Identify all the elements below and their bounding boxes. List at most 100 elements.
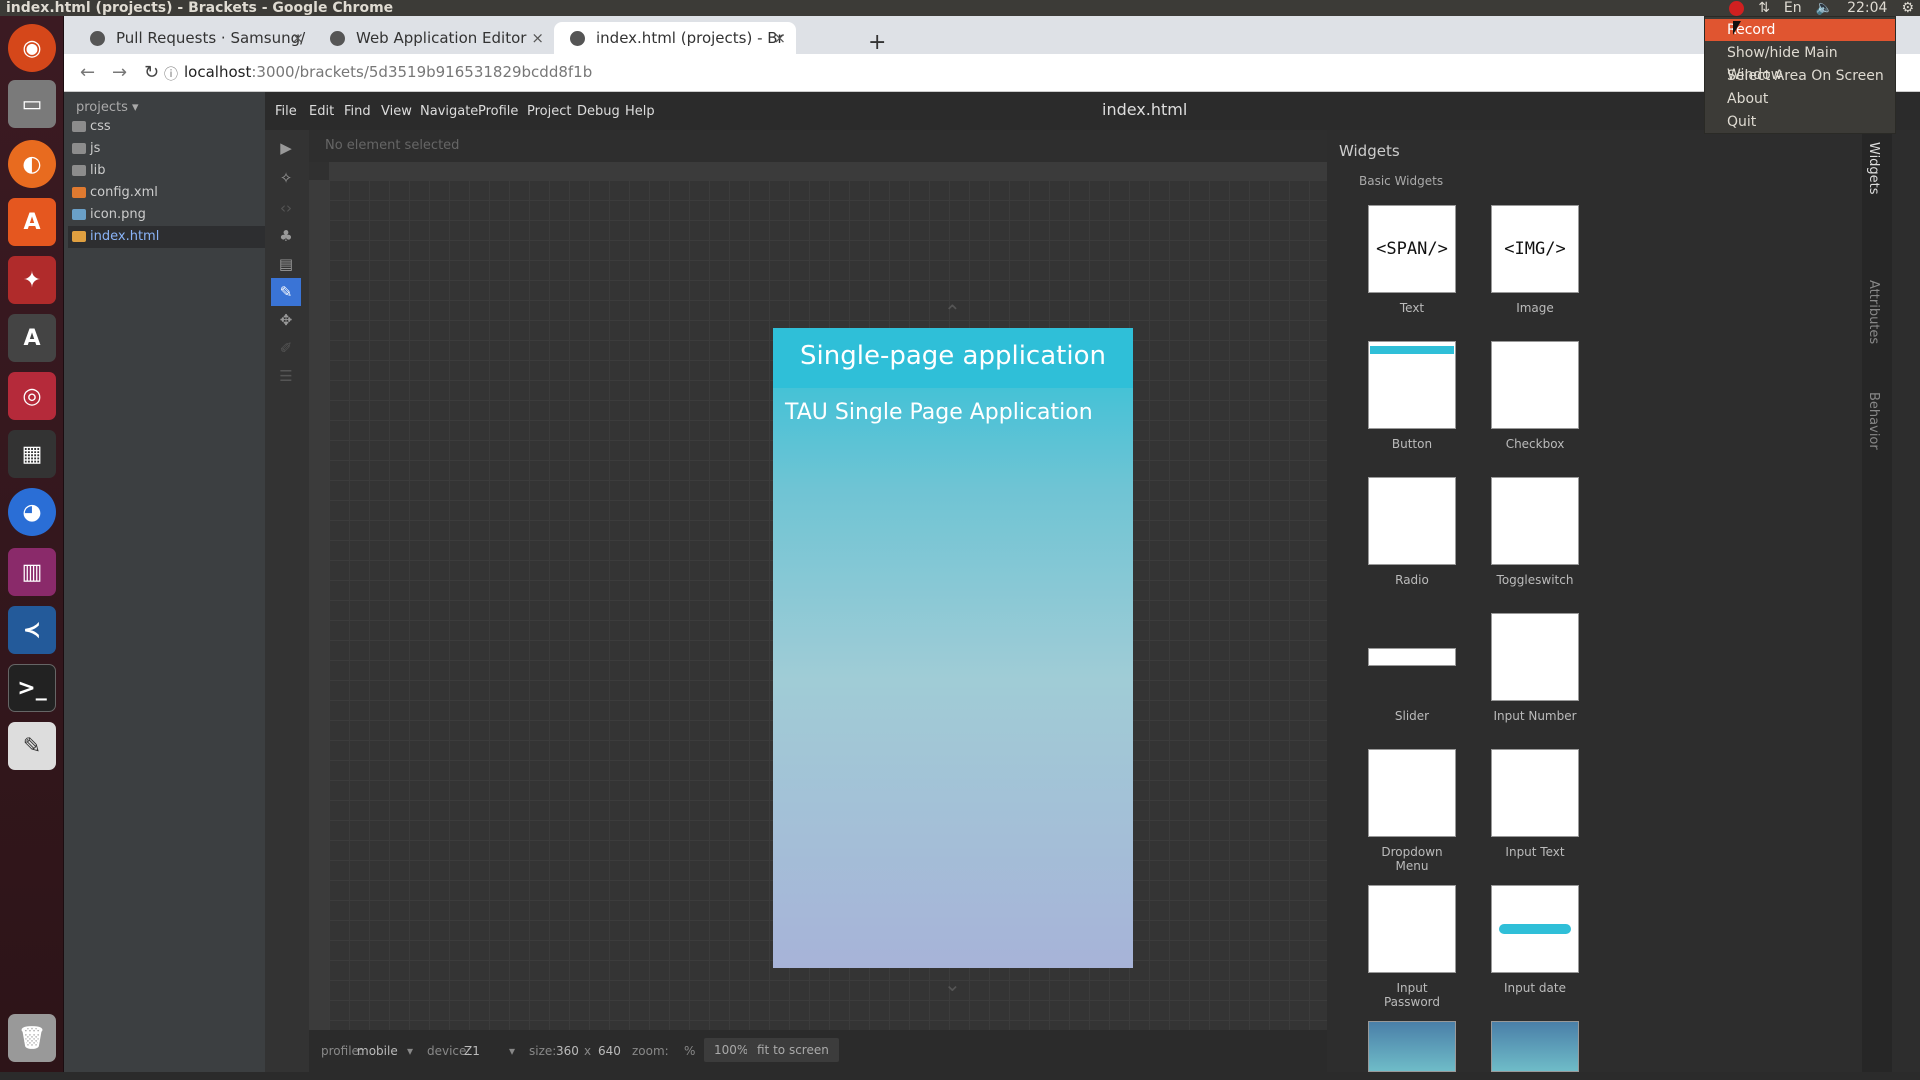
menu-select-area[interactable]: Select Area On Screen — [1705, 65, 1895, 87]
tab-web-app-editor[interactable]: Web Application Editor × — [314, 22, 554, 54]
tree-item-index-html[interactable]: index.html — [68, 226, 265, 248]
widget-input-date[interactable]: Input date — [1490, 885, 1580, 995]
menu-debug[interactable]: Debug — [577, 104, 620, 119]
new-tab-button[interactable]: + — [868, 30, 886, 55]
video-editor-icon[interactable]: ▦ — [8, 430, 56, 478]
forward-arrow-icon[interactable]: → — [112, 62, 127, 83]
device-chevron-icon[interactable]: ▾ — [509, 1044, 515, 1058]
address-bar[interactable]: localhost:3000/brackets/5d3519b916531829… — [184, 63, 592, 81]
tab-label: Pull Requests · Samsung/ — [116, 29, 306, 47]
menu-quit[interactable]: Quit — [1705, 111, 1895, 133]
menu-file[interactable]: File — [275, 104, 297, 119]
ubuntu-dash-icon[interactable]: ◉ — [8, 24, 56, 72]
magic-wand-icon[interactable]: ✧ — [271, 164, 301, 192]
widget-image[interactable]: <IMG/> Image — [1490, 205, 1580, 315]
tab-behavior[interactable]: Behavior — [1866, 392, 1881, 450]
move-icon[interactable]: ✥ — [271, 306, 301, 334]
url-path: :3000/brackets/5d3519b916531829bcdd8f1b — [251, 63, 593, 81]
widget-toggleswitch[interactable]: Toggleswitch — [1490, 477, 1580, 587]
software-center-icon[interactable]: A — [8, 198, 56, 246]
text-editor-icon[interactable]: ✎ — [8, 722, 56, 770]
widget-slider[interactable]: Slider — [1367, 613, 1457, 723]
horizontal-ruler — [329, 162, 1327, 180]
selection-bar: No element selected — [309, 130, 1327, 162]
settings-gear-icon[interactable]: ⚙ — [1901, 0, 1914, 16]
menu-find[interactable]: Find — [344, 104, 371, 119]
recorder-app-icon[interactable]: ◎ — [8, 372, 56, 420]
menu-profile[interactable]: Profile — [478, 104, 518, 119]
image-file-icon — [72, 209, 86, 220]
menu-project[interactable]: Project — [527, 104, 571, 119]
code-icon[interactable]: ‹› — [271, 194, 301, 222]
widget-text[interactable]: <SPAN/> Text — [1367, 205, 1457, 315]
widget-input-text[interactable]: Input Text — [1490, 749, 1580, 859]
system-settings-icon[interactable]: ✦ — [8, 256, 56, 304]
design-edit-icon[interactable]: ✎ — [271, 278, 301, 306]
menu-edit[interactable]: Edit — [309, 104, 334, 119]
list-icon[interactable]: ☰ — [271, 362, 301, 390]
tab-index-html[interactable]: index.html (projects) - Br × — [554, 22, 796, 54]
vscode-icon[interactable]: ≺ — [8, 606, 56, 654]
tree-item-icon-png[interactable]: icon.png — [68, 204, 265, 226]
files-icon[interactable]: ▭ — [8, 80, 56, 128]
project-dropdown[interactable]: projects ▾ — [76, 100, 139, 115]
design-canvas[interactable]: ⌃ Single-page application TAU Single Pag… — [329, 180, 1327, 1030]
tab-widgets[interactable]: Widgets — [1866, 142, 1881, 195]
size-width[interactable]: 360 — [556, 1044, 579, 1058]
widget-radio[interactable]: Radio — [1367, 477, 1457, 587]
menu-help[interactable]: Help — [625, 104, 655, 119]
close-tab-icon[interactable]: × — [773, 22, 786, 54]
scroll-up-arrow-icon[interactable]: ⌃ — [944, 300, 961, 324]
tree-item-config[interactable]: config.xml — [68, 182, 265, 204]
pencil-icon[interactable]: ✐ — [271, 334, 301, 362]
info-icon[interactable]: ⓘ — [164, 64, 178, 84]
record-indicator-icon[interactable] — [1729, 0, 1745, 16]
device-select[interactable]: Z1 — [464, 1044, 480, 1058]
trash-icon[interactable]: 🗑 — [8, 1014, 56, 1062]
firefox-icon[interactable]: ◐ — [8, 140, 56, 188]
widget-input-password[interactable]: Input Password — [1367, 885, 1457, 1009]
tree-item-js[interactable]: js — [68, 138, 265, 160]
close-tab-icon[interactable]: × — [531, 22, 544, 54]
app-content-text[interactable]: TAU Single Page Application — [785, 400, 1093, 425]
profile-chevron-icon[interactable]: ▾ — [407, 1044, 413, 1058]
app-header[interactable]: Single-page application — [773, 328, 1133, 388]
chrome-icon[interactable]: ◕ — [8, 488, 56, 536]
reload-icon[interactable]: ↻ — [144, 62, 159, 83]
size-height[interactable]: 640 — [598, 1044, 621, 1058]
back-arrow-icon[interactable]: ← — [80, 62, 95, 83]
tab-attributes[interactable]: Attributes — [1866, 280, 1881, 344]
workspace-switcher-icon[interactable]: ▥ — [8, 548, 56, 596]
network-icon[interactable]: ⇅ — [1758, 0, 1770, 16]
close-tab-icon[interactable]: × — [291, 22, 304, 54]
basic-widgets-group[interactable]: Basic Widgets — [1359, 174, 1443, 188]
menu-show-hide-window[interactable]: Show/hide Main Window — [1705, 42, 1895, 83]
widget-next-2[interactable] — [1490, 1021, 1580, 1080]
widget-input-number[interactable]: Input Number — [1490, 613, 1580, 723]
tree-item-lib[interactable]: lib — [68, 160, 265, 182]
software-updater-icon[interactable]: A — [8, 314, 56, 362]
folder-icon — [72, 143, 86, 154]
volume-icon[interactable]: 🔈 — [1816, 0, 1833, 16]
scroll-down-arrow-icon[interactable]: ⌄ — [944, 972, 961, 996]
tab-pull-requests[interactable]: Pull Requests · Samsung/ × — [74, 22, 314, 54]
play-icon[interactable]: ▶ — [271, 134, 301, 162]
clock[interactable]: 22:04 — [1847, 0, 1887, 16]
widget-next-1[interactable] — [1367, 1021, 1457, 1080]
menu-view[interactable]: View — [381, 104, 412, 119]
widget-thumb — [1491, 1021, 1579, 1072]
device-preview[interactable]: Single-page application TAU Single Page … — [773, 328, 1133, 968]
tree-item-css[interactable]: css — [68, 116, 265, 138]
fit-to-screen-button[interactable]: fit to screen — [747, 1038, 839, 1062]
menu-about[interactable]: About — [1705, 88, 1895, 110]
keyboard-lang[interactable]: En — [1784, 0, 1802, 16]
widget-checkbox[interactable]: Checkbox — [1490, 341, 1580, 451]
profile-select[interactable]: mobile — [357, 1044, 398, 1058]
widget-button[interactable]: Button — [1367, 341, 1457, 451]
widget-label: Radio — [1395, 573, 1429, 587]
page-icon[interactable]: ▤ — [271, 250, 301, 278]
widget-dropdown-menu[interactable]: Dropdown Menu — [1367, 749, 1457, 873]
menu-navigate[interactable]: Navigate — [420, 104, 478, 119]
tree-icon[interactable]: ♣ — [271, 222, 301, 250]
terminal-icon[interactable]: >_ — [8, 664, 56, 712]
